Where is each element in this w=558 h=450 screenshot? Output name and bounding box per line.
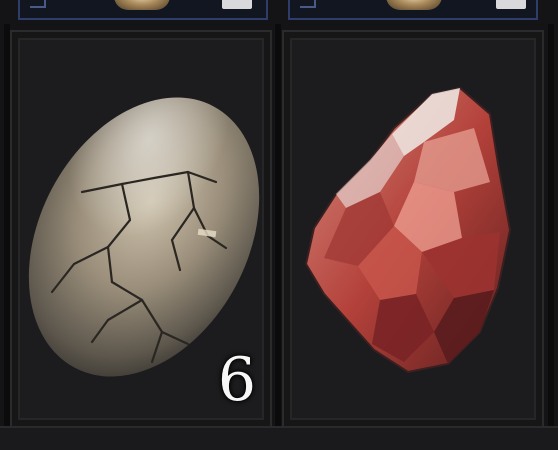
stack-count: 6 <box>217 345 256 415</box>
coin-icon <box>114 0 170 10</box>
inventory-bottom-edge <box>0 426 558 450</box>
slot-rank-mark <box>300 0 316 8</box>
slot-divider <box>548 24 554 450</box>
red-crystal-icon <box>304 86 512 374</box>
top-slot-right[interactable] <box>288 0 538 20</box>
slot-divider <box>275 24 281 450</box>
inventory-view: { "inventory": { "slots": [ { "item": "c… <box>0 0 558 450</box>
slot-tag <box>222 0 252 9</box>
top-slot-left[interactable] <box>18 0 268 20</box>
slot-rank-mark <box>30 0 46 8</box>
coin-icon <box>386 0 442 10</box>
slot-tag <box>496 0 526 9</box>
inventory-slot-crystal[interactable] <box>282 30 544 428</box>
inventory-slot-egg[interactable]: 6 <box>10 30 272 428</box>
